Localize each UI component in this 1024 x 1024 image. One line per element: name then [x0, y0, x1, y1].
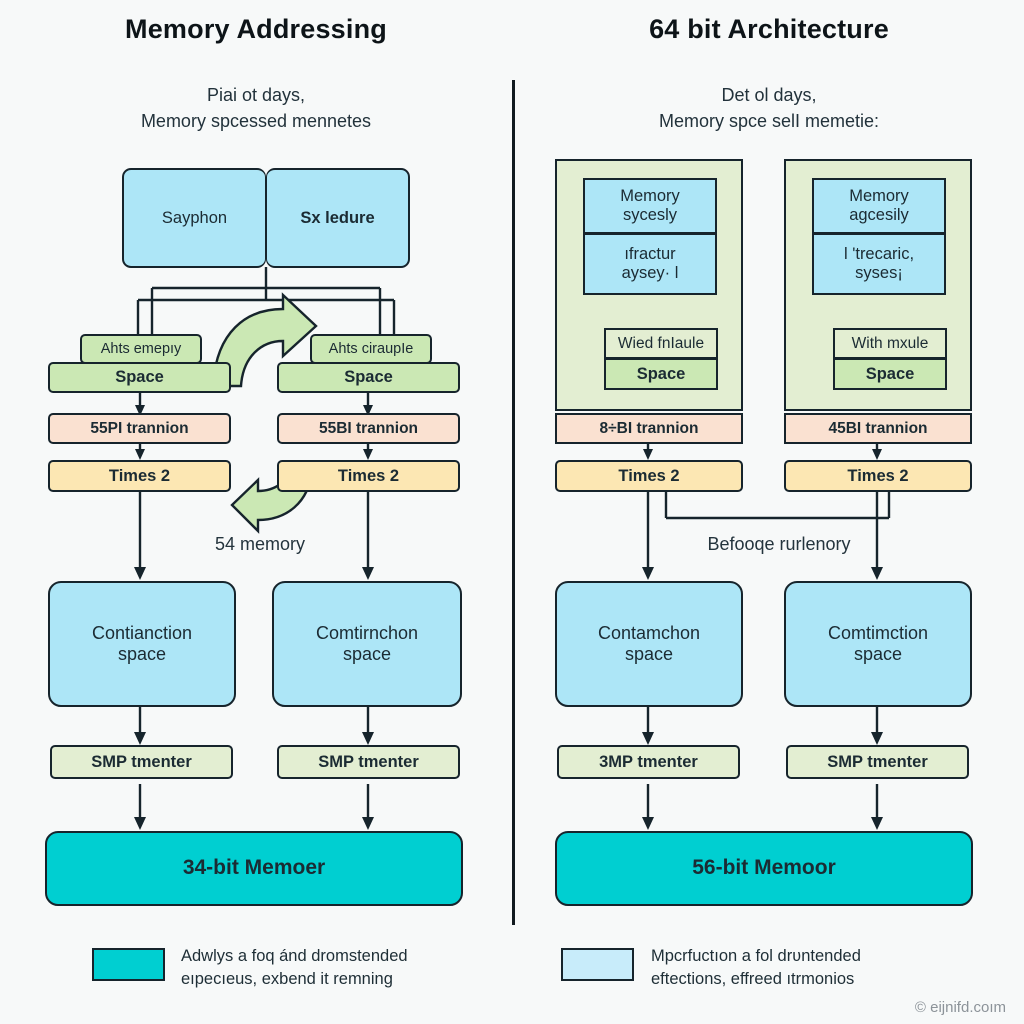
left-panel-subtitle: Piai ot days, Memory spcessed mennetes — [0, 82, 512, 134]
left-branch-1-space-box-line-1: Comtirnchon — [315, 623, 419, 644]
right-legend-swatch — [561, 948, 634, 981]
right-branch-0-sub-line-1: ıfractur — [624, 245, 676, 264]
left-branch-0-counter[interactable]: SMP tmenter — [50, 745, 233, 779]
right-branch-1-transition-label: 45BI trannion — [828, 419, 928, 437]
right-branch-1-head-line-2: agcesily — [849, 206, 909, 224]
left-branch-0-space[interactable]: Space — [48, 362, 231, 393]
right-panel: 64 bit Architecture Det ol days, Memory … — [514, 0, 1024, 1024]
right-branch-1-times-label: Times 2 — [847, 466, 909, 485]
left-branch-0-counter-label: SMP tmenter — [91, 752, 192, 771]
right-branch-0-counter[interactable]: 3MP tmenter — [557, 745, 740, 779]
right-legend-line-2: eftections, effreed ıtrmonios — [651, 970, 855, 988]
right-subtitle-line-2: Memory spce selI memetie: — [658, 111, 880, 131]
right-branch-1-counter[interactable]: SMP tmenter — [786, 745, 969, 779]
left-legend-text: Adwlys a foq ánd dromstended eıpecıeus, … — [181, 945, 481, 991]
right-branch-0-head[interactable]: Memory sycesly — [583, 178, 717, 234]
right-branch-1-head-line-1: Memory — [849, 187, 909, 206]
left-top-box-right-half[interactable]: Sx ledure — [266, 168, 410, 268]
left-branch-0-transition[interactable]: 55PI trannion — [48, 413, 231, 444]
left-branch-1-counter[interactable]: SMP tmenter — [277, 745, 460, 779]
left-panel-title: Memory Addressing — [125, 14, 387, 44]
right-branch-1-module[interactable]: With mxule — [833, 328, 947, 359]
right-branch-0-times-label: Times 2 — [618, 466, 680, 485]
right-panel-subtitle: Det ol days, Memory spce selI memetie: — [514, 82, 1024, 134]
right-mid-note: Befooqe rurlenory — [707, 534, 851, 554]
left-branch-1-times-label: Times 2 — [337, 466, 400, 485]
left-branch-1-caption-label: Ahts ciraupIe — [328, 340, 414, 357]
left-legend-line-1: Adwlys a foq ánd dromstended — [181, 947, 408, 965]
left-memory-bar[interactable]: 34-bit Memoer — [45, 831, 463, 906]
right-branch-0-space-box-line-1: Contamchon — [597, 623, 701, 644]
right-branch-0-transition[interactable]: 8÷BI trannion — [555, 413, 743, 444]
left-subtitle-line-2: Memory spcessed mennetes — [140, 111, 372, 131]
watermark: © eijnifd.coım — [914, 999, 1006, 1016]
right-branch-0-space[interactable]: Space — [604, 359, 718, 390]
right-branch-0-module[interactable]: Wied fnIaule — [604, 328, 718, 359]
left-branch-0-space-box-line-2: space — [117, 644, 167, 664]
left-mid-note: 54 memory — [214, 534, 306, 554]
right-branch-1-space-box-line-2: space — [853, 644, 903, 664]
left-branch-1-space-box[interactable]: Comtirnchon space — [272, 581, 462, 707]
left-branch-1-space-box-line-2: space — [342, 644, 392, 664]
right-branch-1-sub[interactable]: l 'trecaric, syses¡ — [812, 234, 946, 295]
right-subtitle-line-1: Det ol days, — [721, 85, 817, 105]
left-branch-1-caption[interactable]: Ahts ciraupIe — [310, 334, 432, 364]
right-branch-0-space-box-line-2: space — [624, 644, 674, 664]
right-legend-text: Mpcrfuctıon a fol drʋntended eftections,… — [651, 945, 961, 991]
right-branch-0-sub[interactable]: ıfractur aysey· l — [583, 234, 717, 295]
left-branch-0-space-box[interactable]: Contianction space — [48, 581, 236, 707]
left-branch-0-caption[interactable]: Ahts emepıy — [80, 334, 202, 364]
left-memory-bar-label: 34-bit Memoer — [182, 856, 326, 880]
right-branch-1-sub-line-1: l 'trecaric, — [843, 245, 915, 264]
right-branch-1-times[interactable]: Times 2 — [784, 460, 972, 492]
right-branch-1-space-box[interactable]: Comtimction space — [784, 581, 972, 707]
right-branch-1-counter-label: SMP tmenter — [827, 752, 928, 771]
left-branch-1-counter-label: SMP tmenter — [318, 752, 419, 771]
left-branch-1-space[interactable]: Space — [277, 362, 460, 393]
right-branch-0-module-label: Wied fnIaule — [617, 334, 705, 352]
right-panel-title: 64 bit Architecture — [649, 14, 889, 44]
left-branch-1-space-label: Space — [344, 368, 393, 387]
right-branch-1-space-box-line-1: Comtimction — [827, 623, 929, 644]
left-top-box-right-label: Sx ledure — [300, 208, 375, 227]
left-branch-0-times-label: Times 2 — [108, 466, 171, 485]
left-branch-0-space-label: Space — [115, 368, 164, 387]
right-branch-0-times[interactable]: Times 2 — [555, 460, 743, 492]
right-branch-0-counter-label: 3MP tmenter — [599, 752, 698, 771]
diagram-root: Memory Addressing Piai ot days, Memory s… — [0, 0, 1024, 1024]
right-branch-1-space[interactable]: Space — [833, 359, 947, 390]
left-legend-swatch — [92, 948, 165, 981]
left-branch-0-space-box-line-1: Contianction — [91, 623, 193, 644]
left-panel: Memory Addressing Piai ot days, Memory s… — [0, 0, 512, 1024]
left-branch-1-transition[interactable]: 55BI trannion — [277, 413, 460, 444]
right-branch-1-space-label: Space — [865, 364, 915, 383]
left-branch-0-caption-label: Ahts emepıy — [100, 340, 182, 357]
left-top-box-left-label: Sayphon — [161, 208, 228, 227]
left-legend-line-2: eıpecıeus, exbend it remning — [181, 970, 393, 988]
left-top-box-left-half[interactable]: Sayphon — [122, 168, 266, 268]
right-branch-1-sub-line-2: syses¡ — [855, 264, 903, 282]
right-branch-0-space-label: Space — [636, 364, 686, 383]
left-branch-0-times[interactable]: Times 2 — [48, 460, 231, 492]
right-branch-1-transition[interactable]: 45BI trannion — [784, 413, 972, 444]
right-branch-0-head-line-2: sycesly — [622, 206, 678, 224]
right-branch-1-head[interactable]: Memory agcesily — [812, 178, 946, 234]
right-branch-1-module-label: With mxule — [851, 334, 929, 352]
left-branch-1-times[interactable]: Times 2 — [277, 460, 460, 492]
right-branch-0-space-box[interactable]: Contamchon space — [555, 581, 743, 707]
left-subtitle-line-1: Piai ot days, — [206, 85, 306, 105]
right-branch-0-transition-label: 8÷BI trannion — [599, 419, 699, 437]
left-branch-0-transition-label: 55PI trannion — [90, 419, 189, 437]
right-branch-0-head-line-1: Memory — [620, 187, 680, 206]
right-legend-line-1: Mpcrfuctıon a fol drʋntended — [651, 947, 861, 965]
right-branch-0-sub-line-2: aysey· l — [621, 264, 679, 282]
right-memory-bar[interactable]: 56-bit Memoor — [555, 831, 973, 906]
left-branch-1-transition-label: 55BI trannion — [318, 419, 419, 437]
right-memory-bar-label: 56-bit Memoor — [692, 856, 836, 880]
